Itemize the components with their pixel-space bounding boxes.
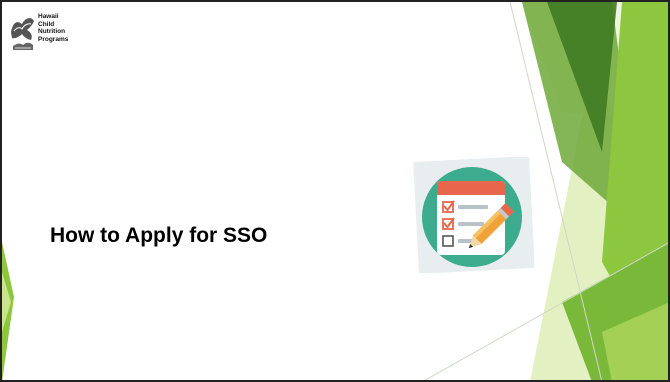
logo-text: Hawaii Child Nutrition Programs	[38, 13, 94, 43]
slide: Hawaii Child Nutrition Programs How to A…	[0, 0, 670, 382]
logo-line: Child	[38, 20, 55, 28]
logo-line: Hawaii	[38, 13, 59, 20]
clipboard-header-base	[437, 189, 505, 195]
logo-emblem-icon	[11, 18, 34, 50]
checklist-pencil-icon	[413, 157, 534, 273]
logo-line: Nutrition	[38, 28, 66, 36]
slide-decoration	[2, 2, 668, 380]
program-logo: Hawaii Child Nutrition Programs	[9, 12, 93, 56]
slide-title: How to Apply for SSO	[50, 224, 268, 247]
item-line	[458, 205, 488, 209]
logo-line: Programs	[38, 35, 69, 43]
item-line	[458, 222, 484, 226]
